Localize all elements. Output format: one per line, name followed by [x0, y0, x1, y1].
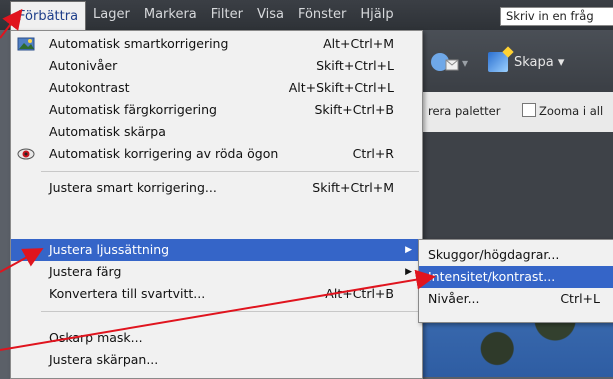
red-eye-icon	[17, 148, 35, 160]
menu-item-shortcut: Alt+Ctrl+M	[323, 36, 394, 51]
menu-help[interactable]: Hjälp	[353, 0, 400, 30]
menu-item-adjust-color[interactable]: Justera färg ▶	[11, 261, 422, 283]
submenu-item-label: Intensitet/kontrast...	[428, 269, 556, 284]
menu-item-label: Automatisk skärpa	[49, 124, 166, 139]
menu-item-adjust-sharpness[interactable]: Justera skärpan...	[11, 349, 422, 371]
menu-item-label: Oskarp mask...	[49, 330, 143, 345]
submenu-item-shadows-highlights[interactable]: Skuggor/högdagrar...	[419, 244, 613, 266]
menu-item-shortcut: Alt+Skift+Ctrl+L	[288, 80, 394, 95]
menu-item-convert-bw[interactable]: Konvertera till svartvitt... Alt+Ctrl+B	[11, 283, 422, 305]
menu-item-auto-contrast[interactable]: Autokontrast Alt+Skift+Ctrl+L	[11, 77, 422, 99]
menu-item-label: Autokontrast	[49, 80, 130, 95]
menu-item-shortcut: Alt+Ctrl+B	[325, 286, 394, 301]
menu-item-label: Automatisk korrigering av röda ögon	[49, 146, 279, 161]
submenu-item-label: Skuggor/högdagrar...	[428, 247, 560, 262]
zoom-all-checkbox[interactable]	[522, 103, 536, 117]
submenu-item-brightness-contrast[interactable]: Intensitet/kontrast...	[419, 266, 613, 288]
menu-item-adjust-lighting[interactable]: Justera ljussättning ▶	[11, 239, 422, 261]
menu-enhance[interactable]: Förbättra	[10, 0, 87, 31]
menu-layer[interactable]: Lager	[86, 0, 137, 30]
menu-view[interactable]: Visa	[250, 0, 291, 30]
menu-item-unsharp-mask[interactable]: Oskarp mask...	[11, 327, 422, 349]
submenu-item-label: Nivåer...	[428, 291, 480, 306]
menu-item-auto-sharpen[interactable]: Automatisk skärpa	[11, 121, 422, 143]
zoom-all-label: Zooma i all	[539, 104, 604, 118]
menu-item-label: Automatisk färgkorrigering	[49, 102, 217, 117]
menu-item-shortcut: Ctrl+R	[352, 146, 394, 161]
create-button[interactable]: Skapa ▾	[488, 52, 564, 72]
menu-item-auto-color-correction[interactable]: Automatisk färgkorrigering Skift+Ctrl+B	[11, 99, 422, 121]
submenu-item-shortcut: Ctrl+L	[560, 291, 600, 306]
menu-select[interactable]: Markera	[137, 0, 204, 30]
menu-item-shortcut: Skift+Ctrl+L	[316, 58, 394, 73]
share-dropdown-icon[interactable]: ▾	[462, 56, 468, 70]
create-icon	[488, 52, 508, 72]
menu-separator	[41, 311, 419, 312]
menu-item-auto-red-eye-fix[interactable]: Automatisk korrigering av röda ögon Ctrl…	[11, 143, 422, 165]
menu-item-label: Autonivåer	[49, 58, 118, 73]
menu-item-label: Konvertera till svartvitt...	[49, 286, 206, 301]
share-icon[interactable]	[430, 50, 464, 74]
menu-item-auto-smart-fix[interactable]: Automatisk smartkorrigering Alt+Ctrl+M	[11, 33, 422, 55]
menu-item-adjust-smart-fix[interactable]: Justera smart korrigering... Skift+Ctrl+…	[11, 177, 422, 199]
enhance-menu: Automatisk smartkorrigering Alt+Ctrl+M A…	[10, 30, 423, 379]
menu-item-label: Justera färg	[49, 264, 122, 279]
help-search-input[interactable]: Skriv in en fråg	[500, 7, 613, 26]
submenu-arrow-icon: ▶	[405, 267, 412, 277]
menu-item-shortcut: Skift+Ctrl+M	[312, 180, 394, 195]
menu-filter[interactable]: Filter	[204, 0, 250, 30]
menu-separator	[41, 171, 419, 172]
menu-window[interactable]: Fönster	[291, 0, 353, 30]
auto-smart-fix-icon	[17, 37, 35, 51]
create-label: Skapa ▾	[514, 54, 565, 70]
submenu-item-levels[interactable]: Nivåer... Ctrl+L	[419, 288, 613, 310]
adjust-lighting-submenu: Skuggor/högdagrar... Intensitet/kontrast…	[418, 239, 613, 323]
menu-item-auto-levels[interactable]: Autonivåer Skift+Ctrl+L	[11, 55, 422, 77]
menu-item-label: Automatisk smartkorrigering	[49, 36, 229, 51]
submenu-arrow-icon: ▶	[405, 245, 412, 255]
menu-item-label: Justera ljussättning	[49, 242, 170, 257]
menu-item-shortcut: Skift+Ctrl+B	[314, 102, 395, 117]
resize-palettes-button[interactable]: rera paletter	[428, 104, 500, 118]
menu-item-label: Justera skärpan...	[49, 352, 159, 367]
menu-item-label: Justera smart korrigering...	[49, 180, 217, 195]
